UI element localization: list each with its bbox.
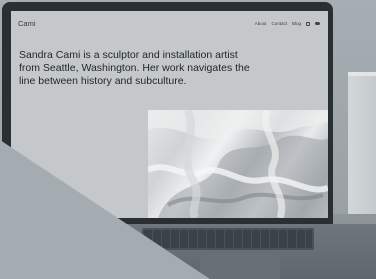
- nav-about[interactable]: About: [255, 21, 267, 26]
- laptop-trackpad: [200, 254, 280, 279]
- photo-scene: Cami About Contact Blog Sandra Cami is a…: [0, 0, 376, 279]
- site-logo[interactable]: Cami: [18, 19, 36, 28]
- site-header: Cami About Contact Blog: [11, 11, 328, 35]
- sculpture-texture: [148, 110, 328, 218]
- side-shelf: [348, 72, 376, 232]
- intro-text: Sandra Cami is a sculptor and installati…: [19, 49, 250, 87]
- site-nav: About Contact Blog: [255, 21, 320, 26]
- laptop-screen-bezel: Cami About Contact Blog Sandra Cami is a…: [2, 2, 333, 224]
- artwork-image: [148, 110, 328, 218]
- laptop-keyboard: [142, 228, 314, 250]
- nav-contact[interactable]: Contact: [271, 21, 287, 26]
- nav-blog[interactable]: Blog: [292, 21, 301, 26]
- instagram-icon[interactable]: [306, 21, 310, 26]
- twitter-icon[interactable]: [315, 22, 320, 26]
- website-screen: Cami About Contact Blog Sandra Cami is a…: [11, 11, 328, 218]
